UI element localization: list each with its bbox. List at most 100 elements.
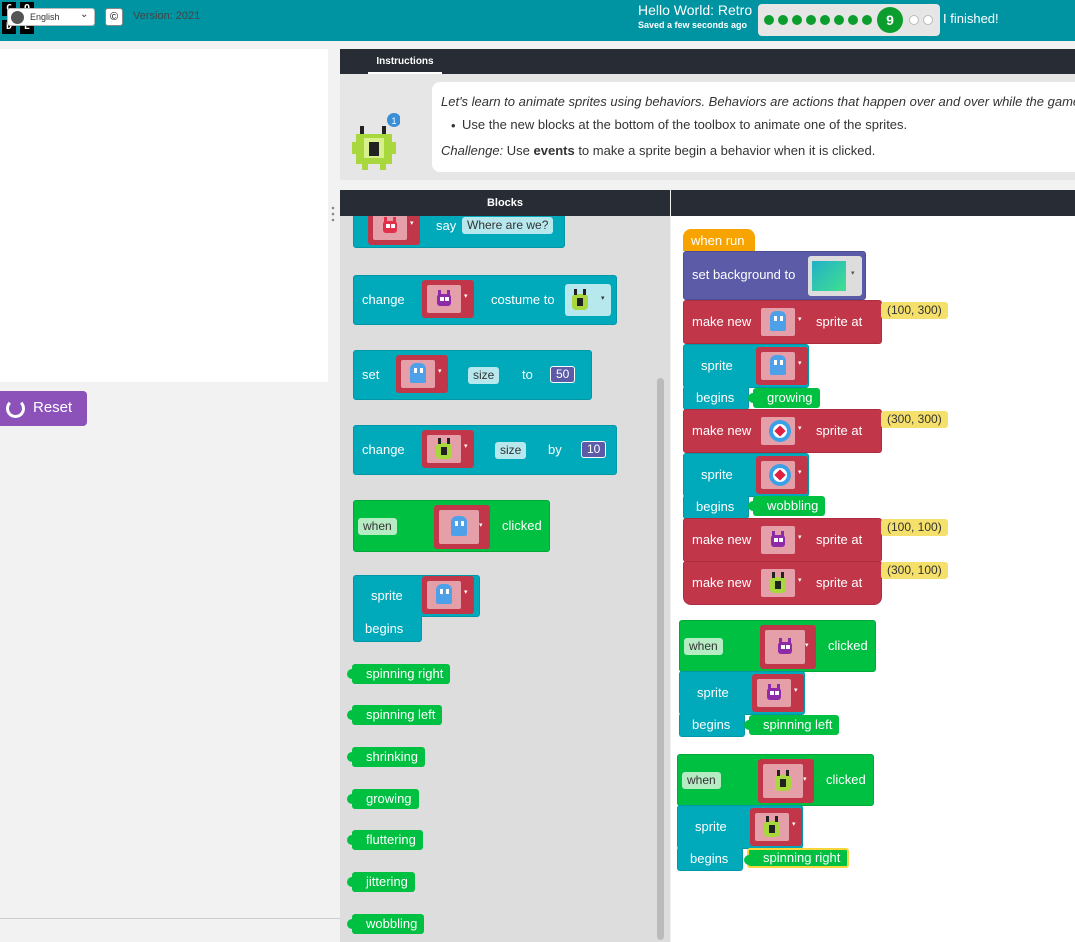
behavior-spinning-left[interactable]: spinning left: [346, 705, 443, 725]
behavior-wobbling[interactable]: wobbling: [747, 496, 826, 516]
level-dot-incomplete[interactable]: [909, 15, 919, 25]
make-new-sprite-block[interactable]: make new ▾ sprite at: [683, 409, 882, 453]
set-background-block[interactable]: set background to ▾: [683, 251, 866, 300]
sprite-begins-block[interactable]: sprite ▾: [683, 453, 809, 497]
blue-ghost-sprite-icon: [770, 355, 786, 377]
behavior-shrinking[interactable]: shrinking: [346, 747, 426, 767]
sprite-picker[interactable]: ▾: [756, 412, 808, 450]
toolbox-change-costume-block[interactable]: change ▾ costume to ▾: [353, 275, 617, 325]
sprite-picker[interactable]: ▾: [756, 564, 808, 602]
level-dot-complete[interactable]: [764, 15, 774, 25]
toolbox-scrollbar[interactable]: [657, 378, 664, 940]
version-label: Version: 2021: [133, 10, 201, 22]
costume-picker[interactable]: ▾: [565, 284, 611, 316]
location-field[interactable]: (300, 300): [881, 411, 948, 428]
sprite-picker[interactable]: ▾: [422, 430, 474, 468]
background-picker[interactable]: ▾: [808, 256, 862, 296]
behavior-growing[interactable]: growing: [347, 789, 419, 809]
green-eye-sprite-icon: [763, 816, 781, 838]
level-dot-complete[interactable]: [834, 15, 844, 25]
sprite-picker[interactable]: ▾: [396, 355, 448, 393]
purple-bug-sprite-icon: [775, 638, 795, 656]
tab-instructions[interactable]: Instructions: [368, 53, 442, 74]
green-eye-sprite-icon: [571, 289, 589, 311]
make-new-sprite-block[interactable]: make new ▾ sprite at: [683, 300, 882, 344]
size-dropdown[interactable]: size: [468, 367, 500, 384]
behavior-spinning-right[interactable]: spinning right: [743, 848, 850, 868]
size-dropdown[interactable]: size: [495, 442, 527, 459]
level-dot-complete[interactable]: [806, 15, 816, 25]
make-new-sprite-block[interactable]: make new ▾ sprite at: [683, 561, 882, 605]
say-text-field[interactable]: Where are we?: [462, 217, 554, 234]
toolbox: ▾ say Where are we? change ▾ costume to …: [340, 216, 670, 942]
sprite-begins-block[interactable]: sprite ▾: [683, 344, 809, 388]
game-stage[interactable]: [0, 49, 328, 382]
sprite-picker[interactable]: ▾: [756, 347, 808, 385]
when-run-block[interactable]: when run: [683, 229, 755, 251]
alien-sprite-icon: [380, 217, 400, 235]
sprite-picker[interactable]: ▾: [434, 505, 490, 549]
finish-link[interactable]: I finished!: [943, 11, 999, 26]
behavior-fluttering[interactable]: fluttering: [347, 830, 423, 850]
size-change-field[interactable]: 10: [581, 441, 607, 458]
sprite-picker[interactable]: ▾: [752, 674, 804, 712]
globe-icon: [11, 11, 24, 24]
sprite-picker[interactable]: ▾: [756, 303, 808, 341]
language-select[interactable]: English ⌄: [7, 8, 95, 26]
costume-to-label: costume to: [491, 292, 555, 307]
green-eye-sprite-icon: [774, 770, 792, 792]
sprite-picker[interactable]: ▾: [760, 625, 816, 669]
behavior-spinning-right[interactable]: spinning right: [346, 664, 451, 684]
sprite-picker[interactable]: ▾: [758, 759, 814, 803]
reset-button[interactable]: Reset: [0, 391, 87, 426]
event-dropdown[interactable]: when: [684, 638, 723, 655]
sprite-picker[interactable]: ▾: [422, 280, 474, 318]
toolbox-when-clicked-block[interactable]: when ▾ clicked: [353, 500, 550, 552]
level-dot-complete[interactable]: [862, 15, 872, 25]
toolbox-set-size-block[interactable]: set ▾ size to 50: [353, 350, 592, 400]
make-new-sprite-block[interactable]: make new ▾ sprite at: [683, 518, 882, 562]
background-swatch: [812, 261, 846, 291]
event-dropdown[interactable]: when: [682, 772, 721, 789]
clicked-label: clicked: [502, 518, 542, 533]
behavior-jittering[interactable]: jittering: [347, 872, 415, 892]
event-dropdown[interactable]: when: [358, 518, 397, 535]
size-value-field[interactable]: 50: [550, 366, 576, 383]
sprite-picker[interactable]: ▾: [422, 576, 474, 614]
toolbox-change-size-block[interactable]: change ▾ size by 10: [353, 425, 617, 475]
copyright-button[interactable]: ©: [105, 8, 123, 26]
location-field[interactable]: (100, 300): [881, 302, 948, 319]
behavior-growing[interactable]: growing: [748, 388, 820, 408]
refresh-icon: [6, 399, 25, 418]
toolbox-sprite-begins-block[interactable]: sprite ▾: [353, 575, 480, 617]
sprite-label: sprite: [371, 588, 403, 603]
when-clicked-block[interactable]: when ▾ clicked: [677, 754, 874, 806]
begins-label: begins: [696, 390, 735, 405]
say-label: say: [436, 218, 457, 233]
level-dot-complete[interactable]: [820, 15, 830, 25]
behavior-wobbling[interactable]: wobbling: [346, 914, 425, 934]
sprite-picker[interactable]: ▾: [756, 456, 808, 494]
level-dot-incomplete[interactable]: [923, 15, 933, 25]
sprite-begins-block[interactable]: sprite ▾: [677, 805, 803, 849]
location-field[interactable]: (300, 100): [881, 562, 948, 579]
level-dot-complete[interactable]: [778, 15, 788, 25]
sprite-label: sprite: [701, 358, 733, 373]
toolbox-say-block[interactable]: ▾ say Where are we?: [353, 216, 565, 248]
sprite-picker[interactable]: ▾: [756, 521, 808, 559]
location-field[interactable]: (100, 100): [881, 519, 948, 536]
sprite-label: sprite: [701, 467, 733, 482]
sprite-label: sprite: [695, 819, 727, 834]
level-dot-complete[interactable]: [848, 15, 858, 25]
when-clicked-block[interactable]: when ▾ clicked: [679, 620, 876, 672]
current-level-badge[interactable]: 9: [877, 7, 903, 33]
code-workspace[interactable]: when run set background to ▾ make new ▾ …: [671, 216, 1075, 942]
green-eye-sprite-icon: [769, 572, 787, 594]
behavior-spinning-left[interactable]: spinning left: [743, 715, 840, 735]
set-background-label: set background to: [692, 267, 796, 282]
sprite-begins-block[interactable]: sprite ▾: [679, 671, 805, 715]
resize-handle[interactable]: [331, 205, 335, 223]
sprite-picker[interactable]: ▾: [750, 808, 802, 846]
sprite-picker[interactable]: ▾: [368, 216, 420, 245]
level-dot-complete[interactable]: [792, 15, 802, 25]
